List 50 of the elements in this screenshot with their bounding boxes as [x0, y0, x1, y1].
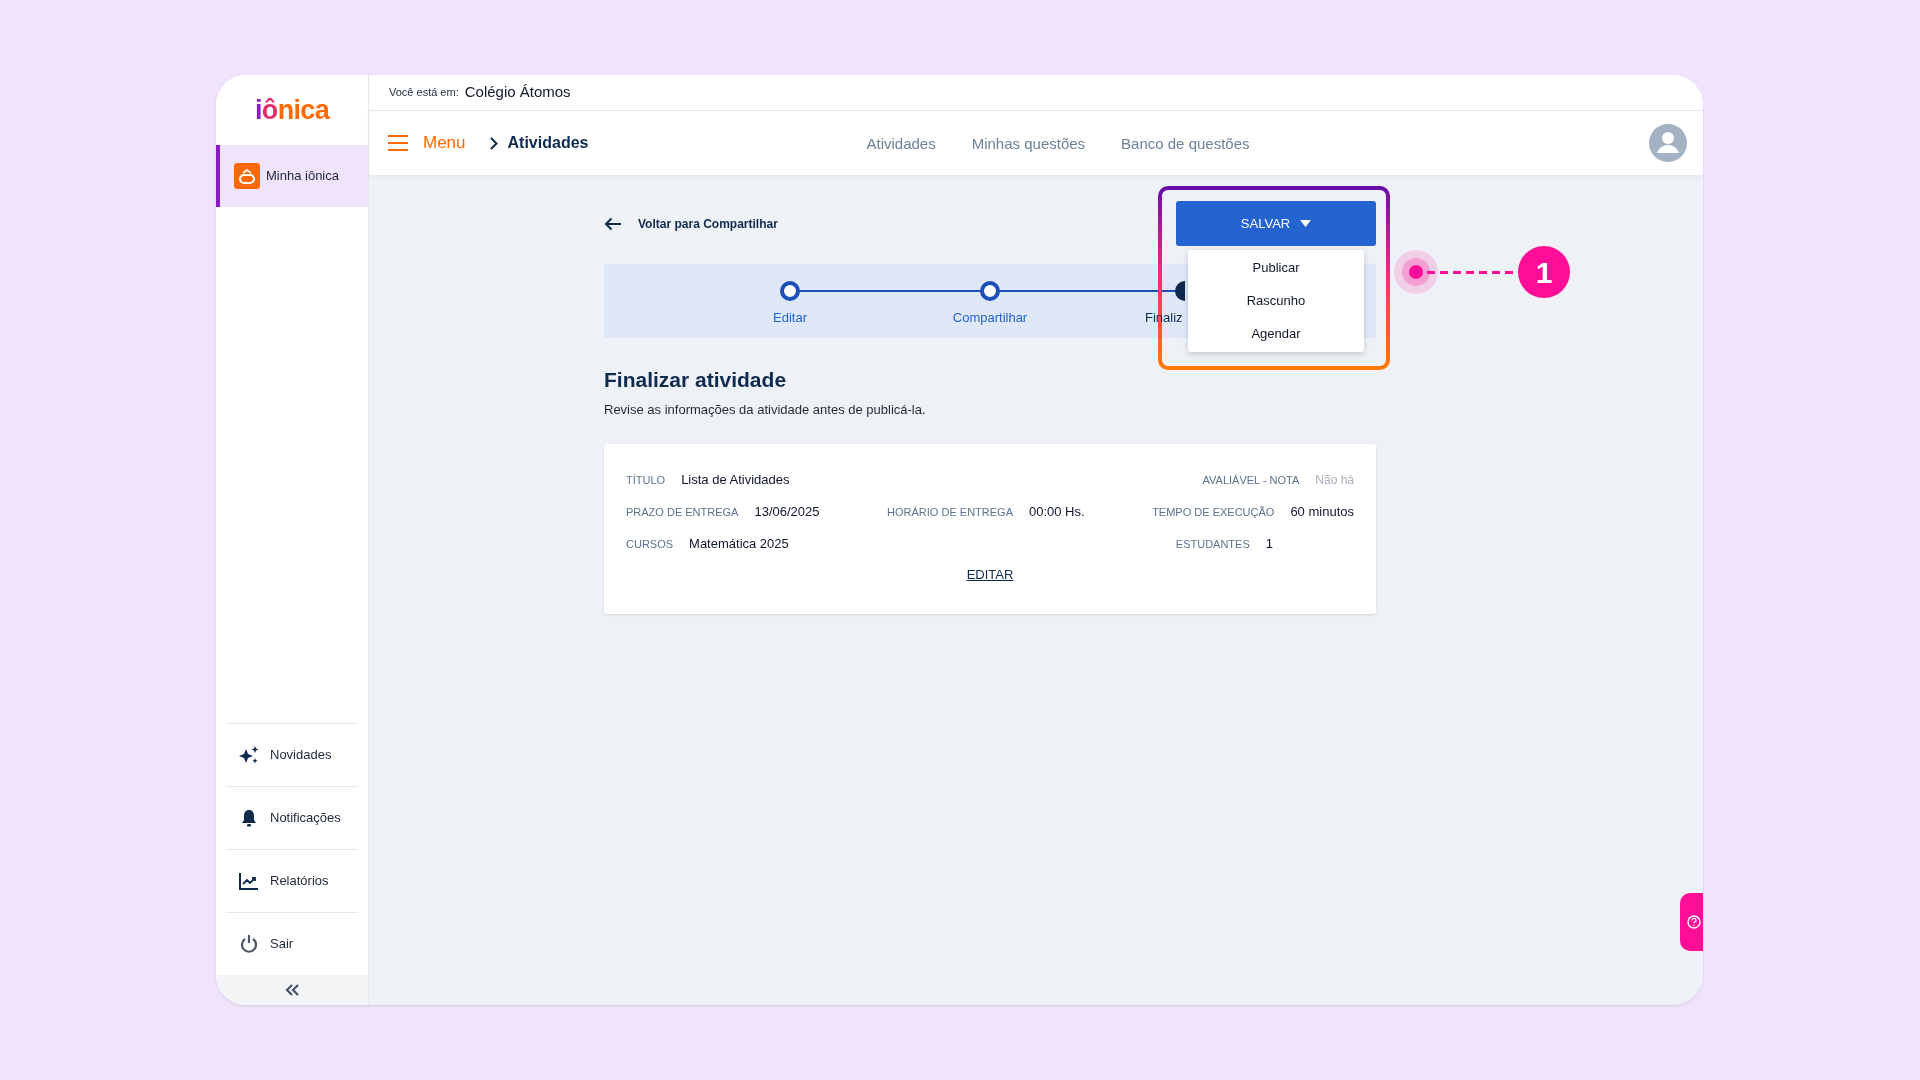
nav-tab[interactable]: Banco de questões: [1121, 132, 1250, 156]
field-value: Lista de Atividades: [681, 471, 790, 490]
page-title: Finalizar atividade: [604, 367, 788, 393]
sidebar-item[interactable]: Relatórios: [226, 849, 358, 912]
field-value: 00:00 Hs.: [1028, 503, 1085, 522]
step-label: Editar: [773, 309, 807, 327]
nav-tab[interactable]: Atividades: [866, 132, 936, 156]
field-label: CURSOS: [626, 536, 674, 552]
edit-link[interactable]: EDITAR: [966, 565, 1014, 585]
help-button[interactable]: [1680, 893, 1703, 951]
field-value: 60 minutos: [1290, 503, 1354, 522]
back-link[interactable]: Voltar para Compartilhar: [604, 214, 778, 233]
menu-item[interactable]: Publicar: [1188, 251, 1364, 285]
help-icon: [1686, 915, 1701, 929]
field-label: AVALIÁVEL - NOTA: [1202, 472, 1300, 488]
field-label: TEMPO DE EXECUÇÃO: [1152, 504, 1275, 520]
chart-icon: [238, 871, 260, 891]
menu-icon: [387, 134, 409, 152]
arrow-left-icon: [604, 216, 622, 231]
power-icon: [238, 934, 260, 954]
sidebar-item[interactable]: Notificações: [226, 786, 358, 849]
annotation-dot: [1394, 250, 1438, 294]
location-label: Você está em:: [389, 85, 459, 101]
sidebar-item[interactable]: Minha iônica: [216, 145, 368, 207]
field-value: Não há: [1315, 472, 1354, 489]
chevrons-left-icon: [284, 983, 300, 997]
chevron-right-icon: [489, 136, 498, 150]
sidebar-item[interactable]: Novidades: [226, 723, 358, 786]
breadcrumb-current: Atividades: [507, 133, 589, 153]
save-button[interactable]: SALVAR: [1176, 201, 1376, 246]
nav-tab[interactable]: Minhas questões: [971, 132, 1086, 156]
collapse-button[interactable]: [216, 975, 368, 1005]
logo[interactable]: iônica: [255, 89, 329, 131]
page-subtitle: Revise as informações da atividade antes de publicá-la.: [604, 400, 927, 419]
avatar-icon[interactable]: [1649, 124, 1687, 162]
field-label: HORÁRIO DE ENTREGA: [887, 504, 1013, 520]
caret-down-icon: [1300, 220, 1312, 227]
field-label: PRAZO DE ENTREGA: [626, 504, 739, 520]
field-value: 13/06/2025: [754, 503, 820, 522]
menu-item[interactable]: Agendar: [1188, 317, 1364, 351]
annotation-badge: 1: [1518, 246, 1570, 298]
field-label: TÍTULO: [626, 472, 666, 488]
field-label: ESTUDANTES: [1175, 536, 1250, 552]
sparkles-icon: [238, 745, 260, 765]
menu-item[interactable]: Rascunho: [1188, 284, 1364, 318]
field-value: Matemática 2025: [689, 535, 789, 554]
step-label: Compartilhar: [952, 309, 1028, 327]
bag-icon: [234, 163, 260, 189]
location-value: Colégio Átomos: [464, 82, 571, 103]
field-value: 1: [1265, 535, 1273, 554]
